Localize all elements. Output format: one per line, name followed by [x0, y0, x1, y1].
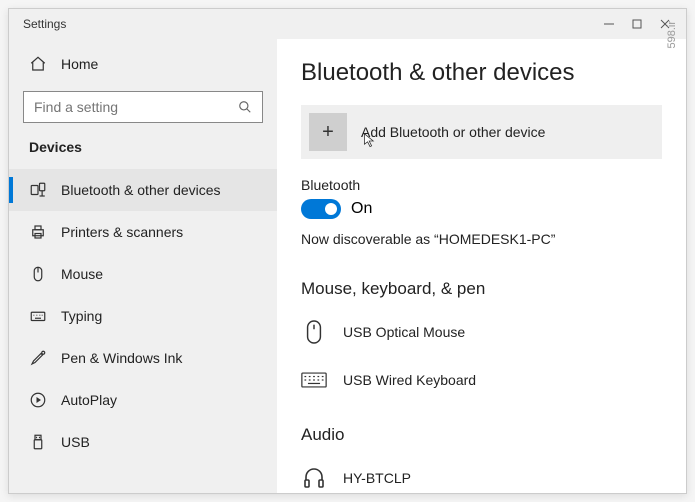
bluetooth-state: On [351, 200, 372, 218]
nav-item-mouse[interactable]: Mouse [9, 253, 277, 295]
page-title: Bluetooth & other devices [301, 59, 662, 87]
content-area: Home Devices Bluetooth & other devices [9, 39, 686, 493]
cursor-icon [363, 133, 377, 149]
discoverable-text: Now discoverable as “HOMEDESK1-PC” [301, 231, 662, 247]
nav-item-label: Pen & Windows Ink [61, 350, 182, 366]
watermark: 598.ir [666, 21, 678, 49]
headphones-icon [301, 465, 327, 491]
settings-window: 598.ir Settings Home [8, 8, 687, 494]
device-item-keyboard[interactable]: USB Wired Keyboard [301, 359, 662, 407]
title-bar: Settings [9, 9, 686, 39]
add-device-label: Add Bluetooth or other device [361, 124, 545, 140]
bluetooth-toggle[interactable] [301, 199, 341, 219]
nav-item-label: AutoPlay [61, 392, 117, 408]
maximize-button[interactable] [630, 17, 644, 31]
bluetooth-label: Bluetooth [301, 177, 662, 193]
category-header: Audio [301, 425, 662, 445]
bluetooth-icon [29, 181, 47, 199]
nav-item-label: Printers & scanners [61, 224, 183, 240]
home-link[interactable]: Home [9, 45, 277, 83]
nav-item-bluetooth[interactable]: Bluetooth & other devices [9, 169, 277, 211]
nav-item-label: Typing [61, 308, 102, 324]
usb-icon [29, 433, 47, 451]
add-device-button[interactable]: + Add Bluetooth or other device [301, 105, 662, 159]
nav-list: Bluetooth & other devices Printers & sca… [9, 169, 277, 463]
bluetooth-toggle-row: On [301, 199, 662, 219]
home-icon [29, 55, 47, 73]
keyboard-icon [29, 307, 47, 325]
device-label: HY-BTCLP [343, 470, 411, 486]
device-label: USB Optical Mouse [343, 324, 465, 340]
nav-item-label: Mouse [61, 266, 103, 282]
device-item-mouse[interactable]: USB Optical Mouse [301, 311, 662, 359]
home-label: Home [61, 56, 98, 72]
pen-icon [29, 349, 47, 367]
nav-item-usb[interactable]: USB [9, 421, 277, 463]
nav-item-typing[interactable]: Typing [9, 295, 277, 337]
nav-item-pen[interactable]: Pen & Windows Ink [9, 337, 277, 379]
keyboard-device-icon [301, 367, 327, 393]
category-header: Mouse, keyboard, & pen [301, 279, 662, 299]
main-panel: Bluetooth & other devices + Add Bluetoot… [277, 39, 686, 493]
nav-item-label: Bluetooth & other devices [61, 182, 221, 198]
nav-item-autoplay[interactable]: AutoPlay [9, 379, 277, 421]
minimize-button[interactable] [602, 17, 616, 31]
mouse-device-icon [301, 319, 327, 345]
device-label: USB Wired Keyboard [343, 372, 476, 388]
search-icon [236, 98, 254, 116]
nav-item-printers[interactable]: Printers & scanners [9, 211, 277, 253]
plus-icon: + [309, 113, 347, 151]
window-title: Settings [23, 17, 66, 31]
mouse-icon [29, 265, 47, 283]
sidebar-header: Devices [9, 135, 277, 169]
search-box[interactable] [23, 91, 263, 123]
sidebar: Home Devices Bluetooth & other devices [9, 39, 277, 493]
device-item-audio[interactable]: HY-BTCLP [301, 457, 662, 493]
search-input[interactable] [34, 99, 236, 115]
autoplay-icon [29, 391, 47, 409]
nav-item-label: USB [61, 434, 90, 450]
printer-icon [29, 223, 47, 241]
